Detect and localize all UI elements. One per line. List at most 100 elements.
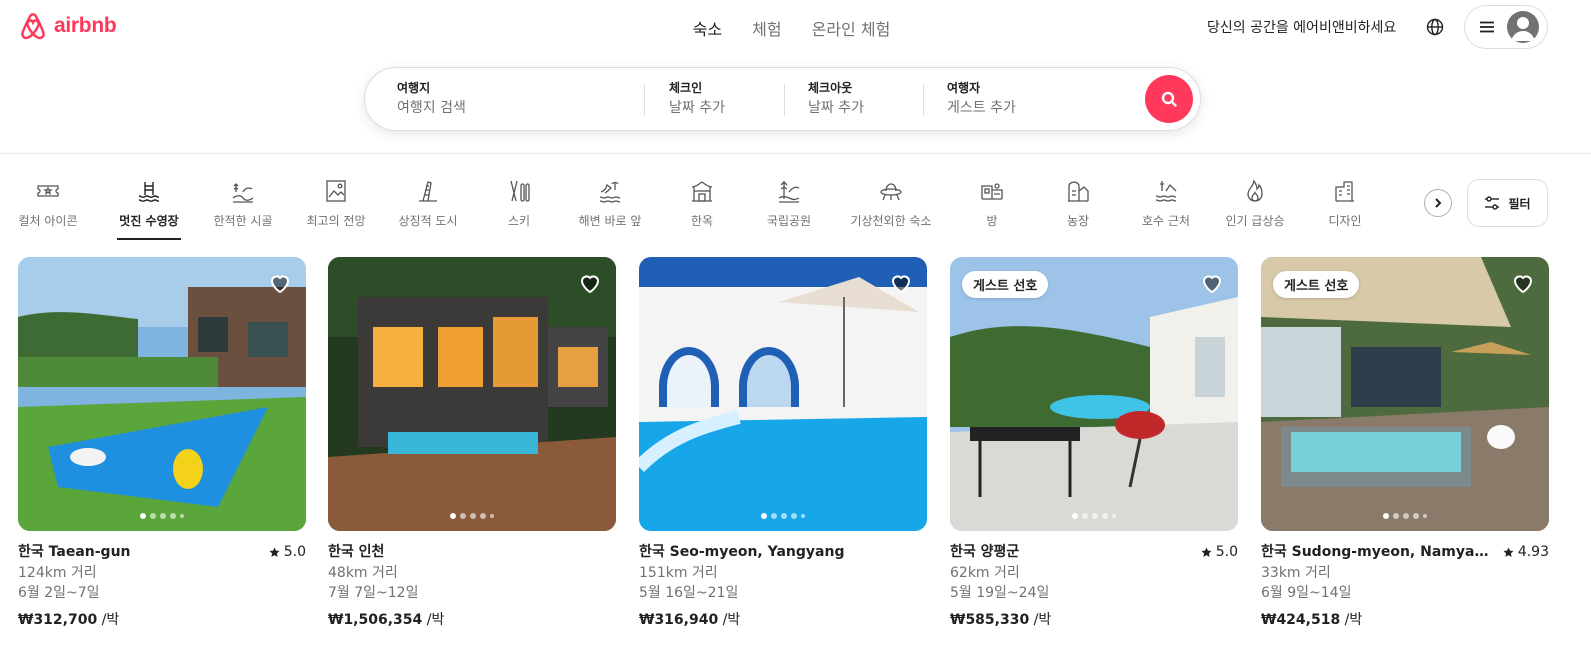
price-value: ₩1,506,354 xyxy=(328,612,423,628)
listing-photo[interactable]: 게스트 선호 xyxy=(1261,257,1549,531)
heart-icon[interactable] xyxy=(268,271,292,295)
category-label: 농장 xyxy=(1066,214,1090,228)
checkin-label: 체크인 xyxy=(669,81,703,95)
category-label: 스키 xyxy=(507,214,531,228)
globe-icon[interactable] xyxy=(1425,17,1445,37)
checkin-field[interactable]: 체크인 날짜 추가 xyxy=(669,80,725,118)
category-label: 호수 근처 xyxy=(1142,214,1190,228)
destination-placeholder: 여행지 검색 xyxy=(397,100,466,116)
photo-pagination xyxy=(1383,513,1427,519)
category-label: 방 xyxy=(986,214,998,228)
view-icon xyxy=(326,180,346,202)
farm-icon xyxy=(1068,181,1089,202)
category-label: 컬처 아이콘 xyxy=(18,214,78,228)
filter-button[interactable]: 필터 xyxy=(1467,179,1548,227)
listing-card[interactable]: 한국 Seo-myeon, Yangyang 151km 거리 5월 16일~2… xyxy=(639,257,927,629)
listing-distance: 62km 거리 xyxy=(950,565,1020,581)
park-icon xyxy=(778,181,800,203)
category-label: 기상천외한 숙소 xyxy=(850,214,932,228)
user-menu-button[interactable] xyxy=(1464,5,1548,49)
heart-icon[interactable] xyxy=(578,271,602,295)
heart-icon[interactable] xyxy=(1511,271,1535,295)
listing-price: ₩316,940 /박 xyxy=(639,609,927,629)
filter-label: 필터 xyxy=(1508,196,1531,211)
guest-favorite-badge: 게스트 선호 xyxy=(962,271,1049,298)
destination-label: 여행지 xyxy=(397,81,431,95)
listing-dates: 5월 16일~21일 xyxy=(639,585,739,601)
category-label: 해변 바로 앞 xyxy=(578,214,642,228)
checkout-placeholder: 날짜 추가 xyxy=(808,100,864,116)
category-label: 최고의 전망 xyxy=(306,214,366,228)
user-icon xyxy=(1511,17,1535,41)
beach-icon xyxy=(599,181,621,203)
destination-field[interactable]: 여행지 여행지 검색 xyxy=(397,80,466,118)
countryside-icon xyxy=(232,183,254,203)
airbnb-logo[interactable]: airbnb xyxy=(18,10,117,42)
listing-distance: 48km 거리 xyxy=(328,565,398,581)
listing-rating: 5.0 xyxy=(269,543,306,561)
listing-location: 한국 양평군 xyxy=(950,544,1020,560)
price-unit: /박 xyxy=(422,612,445,628)
category-label: 인기 급상승 xyxy=(1225,214,1285,228)
pool-icon xyxy=(138,182,160,202)
category-label: 한옥 xyxy=(690,214,714,228)
category-label: 디자인 xyxy=(1328,214,1362,228)
photo-pagination xyxy=(140,513,184,519)
price-unit: /박 xyxy=(1029,612,1052,628)
listing-dates: 5월 19일~24일 xyxy=(950,585,1050,601)
price-unit: /박 xyxy=(1340,612,1363,628)
chevron-right-icon xyxy=(1435,198,1442,208)
listing-photo[interactable] xyxy=(18,257,306,531)
tab-online-experiences[interactable]: 온라인 체험 xyxy=(810,16,893,40)
city-icon xyxy=(419,181,437,202)
design-icon xyxy=(1335,181,1354,202)
star-icon xyxy=(269,546,280,557)
listing-card[interactable]: 한국 Taean-gun 5.0 124km 거리 6월 2일~7일 ₩312,… xyxy=(18,257,306,629)
listing-photo[interactable] xyxy=(639,257,927,531)
active-category-indicator xyxy=(117,238,181,240)
category-label: 상징적 도시 xyxy=(398,214,458,228)
listing-card[interactable]: 게스트 선호 한국 양평군 5.0 62km 거리 5월 19일~24일 ₩58… xyxy=(950,257,1238,629)
search-button[interactable] xyxy=(1145,75,1193,123)
guests-placeholder: 게스트 추가 xyxy=(947,100,1016,116)
filter-icon xyxy=(1485,196,1500,210)
star-icon xyxy=(1201,546,1212,557)
heart-icon[interactable] xyxy=(1200,271,1224,295)
price-unit: /박 xyxy=(718,612,741,628)
category-next-button[interactable] xyxy=(1424,189,1452,217)
ticket-icon xyxy=(37,185,59,197)
become-host-link[interactable]: 당신의 공간을 에어비앤비하세요 xyxy=(1207,17,1396,37)
tab-experiences[interactable]: 체험 xyxy=(750,16,783,40)
heart-icon[interactable] xyxy=(889,271,913,295)
price-value: ₩316,940 xyxy=(639,612,719,628)
listing-card[interactable]: 한국 인천 48km 거리 7월 7일~12일 ₩1,506,354 /박 xyxy=(328,257,616,629)
listing-location: 한국 Seo-myeon, Yangyang xyxy=(639,544,845,560)
listing-price: ₩312,700 /박 xyxy=(18,609,306,629)
listing-dates: 6월 2일~7일 xyxy=(18,585,100,601)
tab-stays[interactable]: 숙소 xyxy=(691,16,724,40)
airbnb-logo-icon xyxy=(21,13,45,40)
listing-card[interactable]: 게스트 선호 한국 Sudong-myeon, Namyangj... 4.93… xyxy=(1261,257,1549,629)
listing-price: ₩585,330 /박 xyxy=(950,609,1238,629)
rating-value: 5.0 xyxy=(1215,544,1238,560)
room-icon xyxy=(981,183,1003,200)
guests-field[interactable]: 여행자 게스트 추가 xyxy=(947,80,1016,118)
brand-name: airbnb xyxy=(54,14,117,37)
listing-distance: 151km 거리 xyxy=(639,565,718,581)
price-unit: /박 xyxy=(97,612,120,628)
photo-pagination xyxy=(761,513,805,519)
listing-distance: 124km 거리 xyxy=(18,565,97,581)
price-value: ₩585,330 xyxy=(950,612,1030,628)
price-value: ₩424,518 xyxy=(1261,612,1341,628)
category-design[interactable]: 디자인 xyxy=(1285,178,1405,229)
listing-photo[interactable] xyxy=(328,257,616,531)
ufo-icon xyxy=(880,183,902,201)
lake-icon xyxy=(1155,181,1177,202)
listing-distance: 33km 거리 xyxy=(1261,565,1331,581)
star-icon xyxy=(1503,546,1514,557)
listing-rating: 4.93 xyxy=(1503,543,1549,561)
photo-pagination xyxy=(450,513,494,519)
checkout-field[interactable]: 체크아웃 날짜 추가 xyxy=(808,80,864,118)
listing-photo[interactable]: 게스트 선호 xyxy=(950,257,1238,531)
search-bar: 여행지 여행지 검색 체크인 날짜 추가 체크아웃 날짜 추가 여행자 게스트 … xyxy=(364,67,1201,131)
